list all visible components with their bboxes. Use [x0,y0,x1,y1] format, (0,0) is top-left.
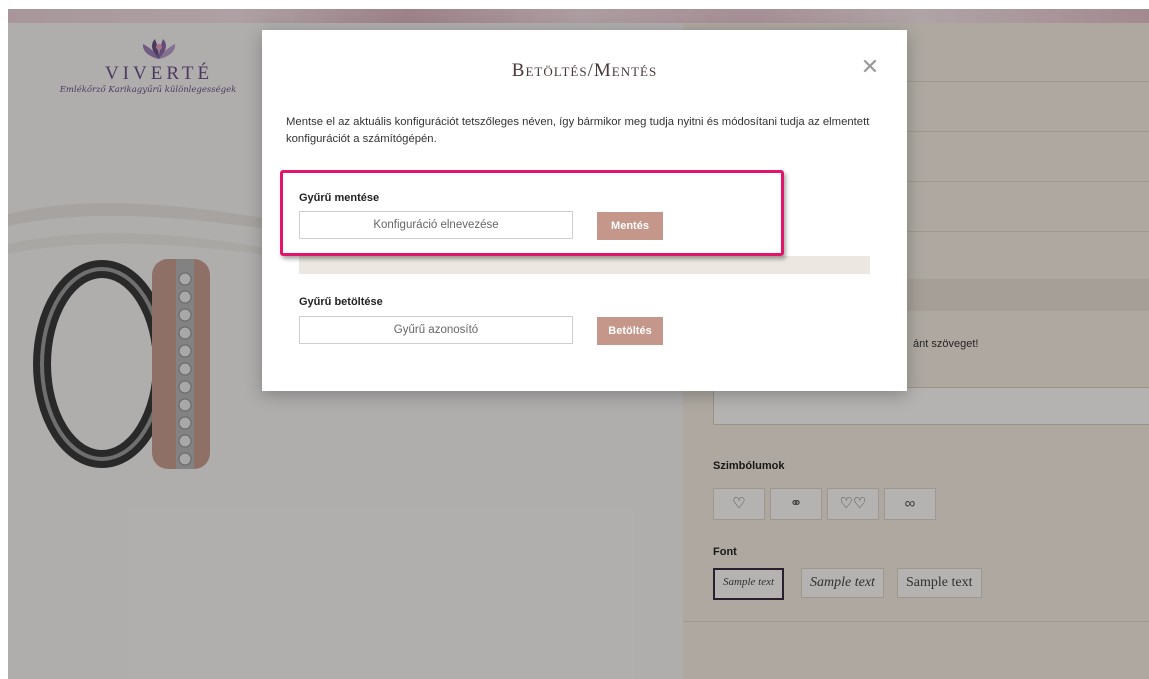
load-button[interactable]: Betöltés [597,317,663,345]
ring-id-input[interactable] [299,316,573,344]
close-icon[interactable]: ✕ [859,56,881,78]
save-section-highlight [280,170,784,256]
load-section-label: Gyűrű betöltése [299,296,383,308]
dialog-description: Mentse el az aktuális konfigurációt tets… [286,116,870,145]
dialog-title: Betöltés/Mentés [511,60,658,81]
save-status-bar [299,256,870,274]
